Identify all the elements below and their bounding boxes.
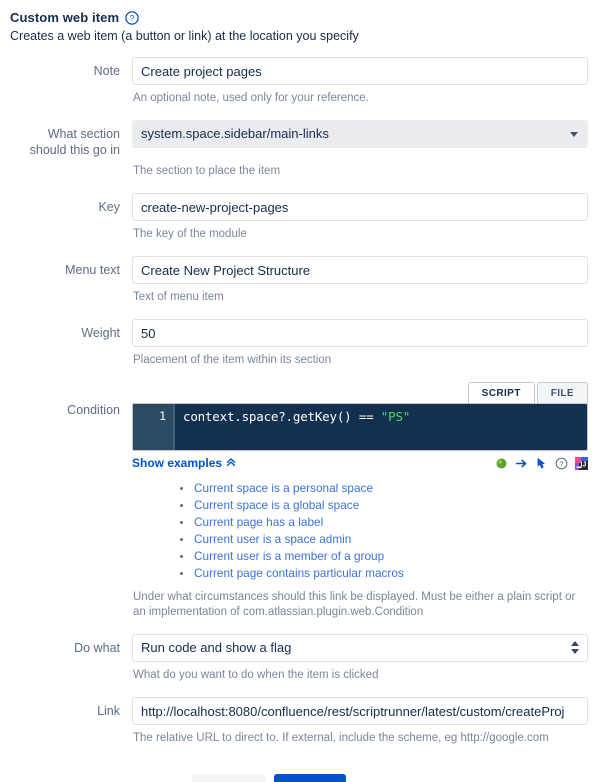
tab-script[interactable]: SCRIPT — [467, 382, 535, 403]
condition-examples-list: Current space is a personal space Curren… — [132, 480, 588, 582]
note-description: An optional note, used only for your ref… — [133, 92, 369, 104]
green-status-circle-icon[interactable] — [495, 457, 508, 470]
list-item: Current space is a global space — [180, 497, 588, 514]
show-examples-label: Show examples — [132, 456, 223, 470]
svg-text:?: ? — [130, 13, 135, 23]
section-description: The section to place the item — [133, 165, 281, 177]
question-circle-icon[interactable]: ? — [125, 10, 139, 25]
example-link-global-space[interactable]: Current space is a global space — [194, 498, 359, 512]
condition-code-editor[interactable]: 1 context.space?.getKey() == "PS" — [132, 403, 588, 451]
show-examples-toggle[interactable]: Show examples — [132, 456, 236, 470]
editor-line-numbers: 1 — [133, 404, 175, 450]
field-do-what: Do what Run code and show a flag — [10, 634, 588, 662]
menu-text-label: Menu text — [65, 263, 120, 277]
weight-label: Weight — [81, 326, 120, 340]
field-condition: Condition SCRIPT FILE 1 context.space?.g… — [10, 382, 588, 632]
code-string-literal: "PS" — [380, 409, 411, 424]
section-select[interactable]: system.space.sidebar/main-links — [132, 120, 588, 148]
link-description: The relative URL to direct to. If extern… — [133, 732, 549, 744]
example-link-space-admin[interactable]: Current user is a space admin — [194, 532, 351, 546]
note-input[interactable] — [132, 57, 588, 85]
example-link-group-member[interactable]: Current user is a member of a group — [194, 549, 384, 563]
svg-text:?: ? — [559, 459, 563, 468]
do-what-select[interactable]: Run code and show a flag — [132, 634, 588, 662]
page-title: Custom web item — [10, 10, 120, 25]
chevron-down-icon — [570, 132, 578, 137]
list-item: Current user is a space admin — [180, 531, 588, 548]
link-input[interactable] — [132, 697, 588, 725]
condition-label: Condition — [67, 403, 120, 417]
editor-code-line[interactable]: context.space?.getKey() == "PS" — [175, 404, 587, 450]
example-link-personal-space[interactable]: Current space is a personal space — [194, 481, 373, 495]
cancel-button[interactable]: Cancel — [354, 774, 406, 782]
preview-button[interactable]: Preview — [191, 774, 266, 782]
update-button[interactable]: Update — [273, 774, 346, 782]
link-label: Link — [97, 704, 120, 718]
cursor-pointer-icon[interactable] — [535, 457, 548, 470]
weight-input[interactable] — [132, 319, 588, 347]
section-label: What section should this go in — [29, 127, 120, 157]
tab-file[interactable]: FILE — [536, 382, 588, 403]
field-section: What section should this go in system.sp… — [10, 120, 588, 158]
svg-text:IJ: IJ — [580, 461, 586, 468]
intellij-idea-icon[interactable]: IJ — [575, 456, 588, 470]
condition-tabs: SCRIPT FILE — [132, 382, 588, 403]
page-subtitle: Creates a web item (a button or link) at… — [10, 29, 359, 43]
page-header: Custom web item ? — [10, 10, 588, 25]
example-link-page-label[interactable]: Current page has a label — [194, 515, 323, 529]
do-what-label: Do what — [74, 641, 120, 655]
weight-description: Placement of the item within its section — [133, 354, 332, 366]
example-link-particular-macros[interactable]: Current page contains particular macros — [194, 566, 404, 580]
menu-text-description: Text of menu item — [133, 291, 224, 303]
double-chevron-up-icon — [226, 456, 236, 470]
section-select-value: system.space.sidebar/main-links — [141, 126, 329, 141]
custom-web-item-form: Custom web item ? Creates a web item (a … — [0, 0, 600, 782]
condition-description: Under what circumstances should this lin… — [133, 591, 576, 618]
menu-text-input[interactable] — [132, 256, 588, 284]
question-circle-icon[interactable]: ? — [555, 457, 568, 470]
arrow-right-icon[interactable] — [515, 457, 528, 470]
code-expression: context.space?.getKey() == — [183, 409, 381, 424]
note-label: Note — [93, 64, 120, 78]
key-label: Key — [98, 200, 120, 214]
list-item: Current page contains particular macros — [180, 565, 588, 582]
field-menu-text: Menu text — [10, 256, 588, 284]
list-item: Current user is a member of a group — [180, 548, 588, 565]
do-what-description: What do you want to do when the item is … — [133, 669, 379, 681]
key-input[interactable] — [132, 193, 588, 221]
field-note: Note — [10, 57, 588, 85]
field-link: Link — [10, 697, 588, 725]
form-actions: Preview Update Cancel — [10, 774, 588, 782]
list-item: Current space is a personal space — [180, 480, 588, 497]
editor-toolbar: Show examples ? IJ — [132, 456, 588, 470]
field-key: Key — [10, 193, 588, 221]
field-weight: Weight — [10, 319, 588, 347]
list-item: Current page has a label — [180, 514, 588, 531]
editor-action-icons: ? IJ — [495, 456, 588, 470]
key-description: The key of the module — [133, 228, 247, 240]
